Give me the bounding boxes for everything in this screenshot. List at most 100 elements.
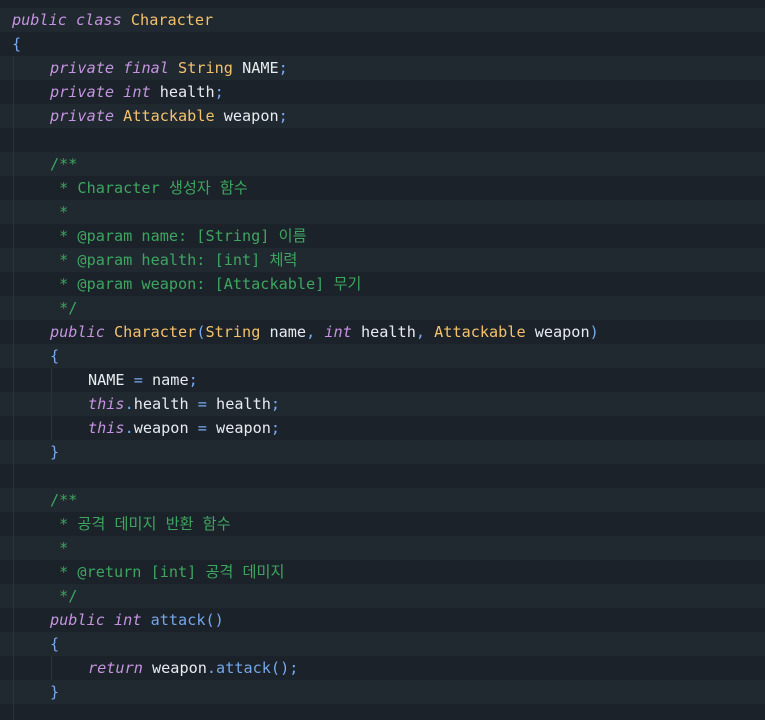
code-line[interactable]: public Character(String name, int health… <box>0 320 765 344</box>
code-token: name <box>142 371 189 389</box>
code-token: * @param name: [String] 이름 <box>50 227 307 245</box>
code-line[interactable]: * @param weapon: [Attackable] 무기 <box>0 272 765 296</box>
indent-guide <box>13 704 14 720</box>
indent-guide <box>13 584 14 608</box>
code-token: public <box>50 323 105 341</box>
code-line[interactable]: * @param health: [int] 체력 <box>0 248 765 272</box>
code-token: public <box>50 611 105 629</box>
indent-guide <box>13 536 14 560</box>
code-token: */ <box>50 299 78 317</box>
code-line[interactable]: /** <box>0 152 765 176</box>
code-token: . <box>206 659 217 677</box>
code-token: ) <box>589 323 599 341</box>
indent-guide <box>13 416 14 440</box>
code-line[interactable] <box>0 704 765 720</box>
code-line[interactable]: */ <box>0 584 765 608</box>
code-line[interactable]: public int attack() <box>0 608 765 632</box>
indent-guide <box>13 680 14 704</box>
code-token: . <box>124 419 134 437</box>
code-line[interactable]: NAME = name; <box>0 368 765 392</box>
code-line[interactable]: * <box>0 200 765 224</box>
code-token: */ <box>50 587 78 605</box>
code-token: * Character 생성자 함수 <box>50 179 248 197</box>
code-editor[interactable]: public class Character {private final Str… <box>0 0 765 720</box>
indent-guide <box>13 440 14 464</box>
code-token: = <box>133 371 143 389</box>
code-token: health <box>206 395 271 413</box>
code-token: /** <box>50 491 78 509</box>
indent-guide <box>13 368 14 392</box>
code-token: } <box>50 443 60 461</box>
code-token: = <box>197 395 207 413</box>
code-token: * <box>50 539 69 557</box>
code-line[interactable]: * @param name: [String] 이름 <box>0 224 765 248</box>
code-line[interactable]: private final String NAME; <box>0 56 765 80</box>
code-token: { <box>50 635 60 653</box>
code-line[interactable]: * <box>0 536 765 560</box>
code-token: this <box>88 419 125 437</box>
code-token: } <box>50 683 60 701</box>
code-line[interactable] <box>0 464 765 488</box>
code-line[interactable]: private int health; <box>0 80 765 104</box>
indent-guide <box>13 104 14 128</box>
code-line[interactable]: return weapon.attack(); <box>0 656 765 680</box>
code-token: private <box>50 83 115 101</box>
indent-guide <box>13 152 14 176</box>
indent-guide <box>13 128 14 152</box>
code-line[interactable]: */ <box>0 296 765 320</box>
code-token: ; <box>278 59 288 77</box>
code-line[interactable]: } <box>0 440 765 464</box>
indent-guide <box>13 560 14 584</box>
code-token: final <box>123 59 169 77</box>
code-token: Attackable <box>123 107 215 125</box>
code-line[interactable]: } <box>0 680 765 704</box>
code-token: weapon <box>133 419 198 437</box>
code-token: health <box>351 323 416 341</box>
code-line[interactable]: * Character 생성자 함수 <box>0 176 765 200</box>
code-token: NAME <box>232 59 279 77</box>
code-token: return <box>88 659 143 677</box>
indent-guide <box>51 416 52 440</box>
code-line[interactable]: public class Character <box>0 8 765 32</box>
code-line[interactable]: /** <box>0 488 765 512</box>
code-line[interactable] <box>0 128 765 152</box>
code-token: private <box>50 59 115 77</box>
code-line[interactable]: this.weapon = weapon; <box>0 416 765 440</box>
code-token: , <box>415 323 425 341</box>
indent-guide <box>51 392 52 416</box>
code-token: . <box>124 395 134 413</box>
code-token: ; <box>270 395 281 413</box>
code-token: weapon <box>525 323 590 341</box>
code-token: attack <box>216 659 271 677</box>
indent-guide <box>13 392 14 416</box>
code-token: ; <box>214 83 224 101</box>
code-token: * <box>50 203 69 221</box>
code-token: String <box>178 59 233 77</box>
code-line[interactable]: this.health = health; <box>0 392 765 416</box>
code-line[interactable]: { <box>0 344 765 368</box>
code-line[interactable]: * 공격 데미지 반환 함수 <box>0 512 765 536</box>
code-token: Character <box>130 11 214 29</box>
indent-guide <box>51 368 52 392</box>
indent-guide <box>13 344 14 368</box>
code-token: * @param health: [int] 체력 <box>50 251 298 269</box>
code-token: name <box>260 323 307 341</box>
code-token: weapon <box>142 659 207 677</box>
indent-guide <box>13 320 14 344</box>
code-token: NAME <box>88 371 134 389</box>
code-line[interactable]: { <box>0 32 765 56</box>
code-line[interactable]: { <box>0 632 765 656</box>
indent-guide <box>13 464 14 488</box>
indent-guide <box>13 296 14 320</box>
code-line[interactable]: * @return [int] 공격 데미지 <box>0 560 765 584</box>
code-line[interactable]: private Attackable weapon; <box>0 104 765 128</box>
indent-guide <box>13 80 14 104</box>
indent-guide <box>13 656 14 680</box>
